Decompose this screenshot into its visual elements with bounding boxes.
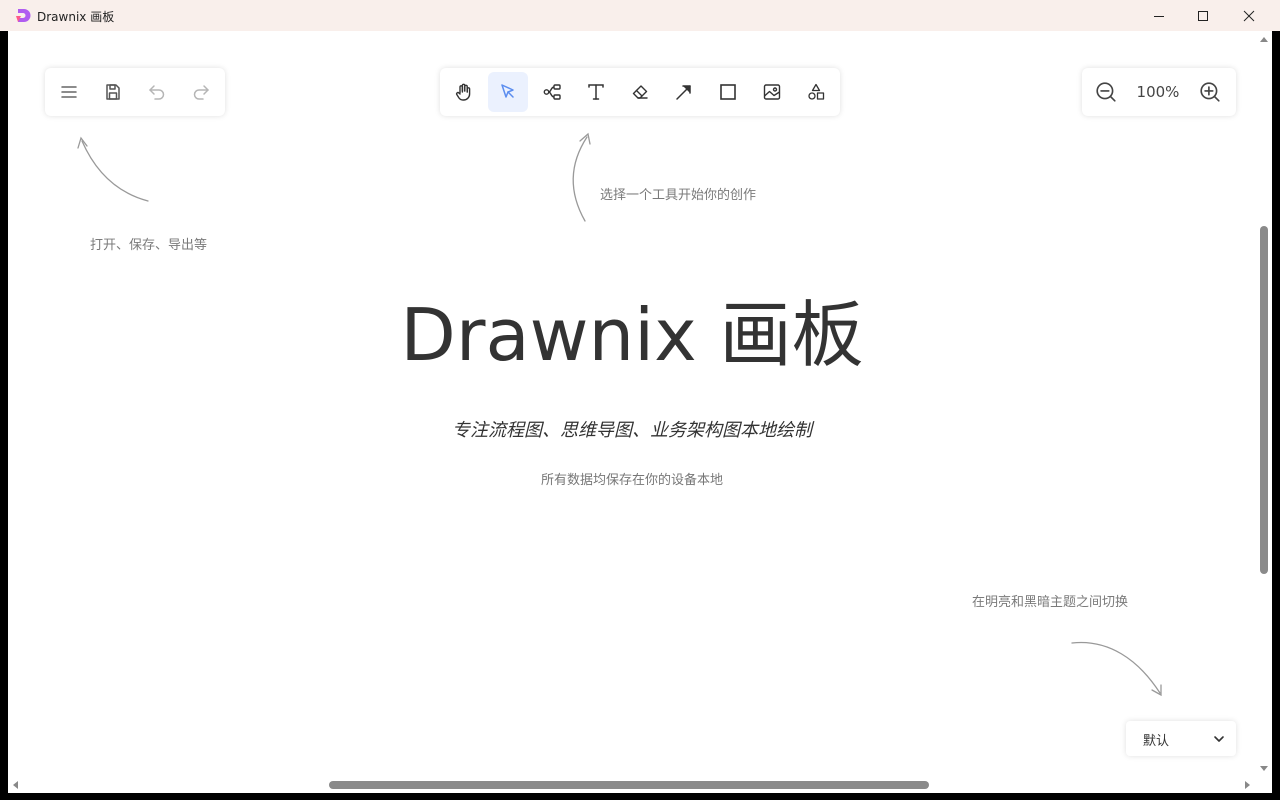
- hint-arrowhead-tools: [579, 132, 591, 145]
- hint-arrows: [77, 132, 1162, 697]
- menu-button[interactable]: [49, 72, 89, 112]
- theme-select[interactable]: 默认: [1126, 721, 1236, 756]
- scroll-right-icon[interactable]: [1244, 780, 1252, 790]
- eraser-tool-button[interactable]: [620, 72, 660, 112]
- drawing-canvas[interactable]: 100% 打开、保存、导出等 选择一个工具开始你的创作 在明亮和黑暗主题之间切换…: [8, 31, 1256, 777]
- app-logo-icon: [16, 9, 31, 22]
- draw-toolbar: [440, 68, 840, 116]
- minimize-button[interactable]: [1136, 0, 1182, 31]
- mindmap-tool-button[interactable]: [532, 72, 572, 112]
- hint-theme: 在明亮和黑暗主题之间切换: [972, 595, 1129, 610]
- zoom-out-icon: [1096, 82, 1116, 102]
- menu-icon: [61, 86, 77, 98]
- arrow-icon: [676, 85, 691, 100]
- text-tool-button[interactable]: [576, 72, 616, 112]
- close-button[interactable]: [1226, 0, 1272, 31]
- maximize-button[interactable]: [1180, 0, 1226, 31]
- close-icon: [1243, 10, 1255, 21]
- theme-select-value: 默认: [1143, 734, 1170, 749]
- redo-button[interactable]: [181, 72, 221, 112]
- save-icon: [106, 84, 120, 100]
- pointer-icon: [501, 84, 514, 98]
- vertical-scroll-thumb[interactable]: [1260, 226, 1268, 574]
- window-titlebar: Drawnix 画板: [0, 0, 1280, 31]
- scroll-down-icon[interactable]: [1259, 765, 1269, 773]
- hint-arrow-theme: [1071, 641, 1161, 694]
- horizontal-scroll-thumb[interactable]: [329, 781, 929, 789]
- zoom-in-button[interactable]: [1190, 72, 1230, 112]
- select-tool-button[interactable]: [488, 72, 528, 112]
- hero-note: 所有数据均保存在你的设备本地: [540, 473, 723, 488]
- hero-subtitle: 专注流程图、思维导图、业务架构图本地绘制: [452, 420, 812, 441]
- hint-arrowhead-theme: [1151, 684, 1162, 697]
- eraser-icon: [632, 85, 648, 99]
- rectangle-icon: [720, 84, 736, 100]
- zoom-level[interactable]: 100%: [1127, 83, 1189, 101]
- hint-app-menu: 打开、保存、导出等: [90, 238, 208, 253]
- hint-tools: 选择一个工具开始你的创作: [600, 188, 757, 203]
- horizontal-scrollbar[interactable]: [8, 777, 1256, 793]
- hint-arrow-menu: [81, 140, 149, 202]
- app-toolbar: [45, 68, 225, 116]
- hand-icon: [455, 83, 471, 101]
- image-icon: [763, 84, 781, 100]
- rectangle-tool-button[interactable]: [708, 72, 748, 112]
- chevron-down-icon: [1214, 736, 1224, 742]
- scroll-corner: [1256, 777, 1272, 793]
- hint-arrowhead-menu: [77, 136, 88, 149]
- zoom-toolbar: 100%: [1082, 68, 1236, 116]
- window-title: Drawnix 画板: [37, 10, 115, 24]
- shapes-tool-button[interactable]: [796, 72, 836, 112]
- zoom-in-icon: [1200, 82, 1220, 102]
- zoom-out-button[interactable]: [1086, 72, 1126, 112]
- shapes-icon: [808, 83, 825, 100]
- undo-button[interactable]: [137, 72, 177, 112]
- undo-icon: [149, 85, 165, 100]
- maximize-icon: [1198, 10, 1208, 21]
- minimize-icon: [1154, 15, 1164, 17]
- vertical-scrollbar[interactable]: [1256, 31, 1272, 777]
- save-button[interactable]: [93, 72, 133, 112]
- redo-icon: [193, 85, 209, 100]
- arrow-tool-button[interactable]: [664, 72, 704, 112]
- image-tool-button[interactable]: [752, 72, 792, 112]
- scroll-left-icon[interactable]: [11, 780, 19, 790]
- scroll-up-icon[interactable]: [1259, 35, 1269, 43]
- hint-arrow-tools: [572, 136, 588, 222]
- text-icon: [588, 84, 604, 100]
- hero-title: Drawnix 画板: [400, 293, 864, 377]
- hand-tool-button[interactable]: [444, 72, 484, 112]
- mindmap-icon: [543, 84, 561, 100]
